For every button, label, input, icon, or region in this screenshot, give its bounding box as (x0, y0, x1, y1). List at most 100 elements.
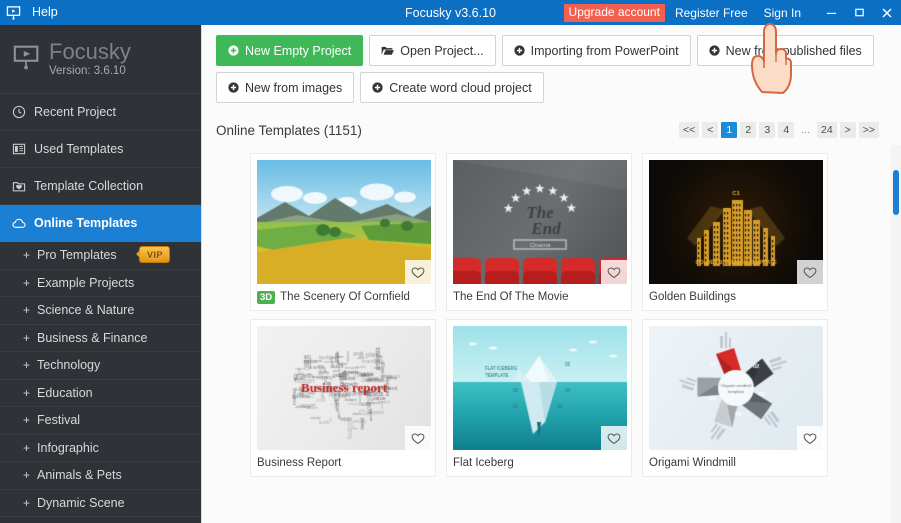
template-thumbnail[interactable] (453, 326, 627, 450)
toolbar-button-new-from-images[interactable]: New from images (216, 72, 354, 103)
plus-circle-icon (228, 82, 239, 93)
expand-icon[interactable]: + (23, 303, 30, 317)
menu-help[interactable]: Help (26, 0, 64, 25)
titlebar-actions: Upgrade account Register Free Sign In (564, 0, 901, 25)
page-button-prev[interactable]: < (702, 122, 718, 138)
template-title: Golden Buildings (649, 291, 736, 303)
expand-icon[interactable]: + (23, 386, 30, 400)
page-button-4[interactable]: 4 (778, 122, 794, 138)
content-scrollbar[interactable] (891, 145, 901, 523)
page-button-next[interactable]: > (840, 122, 856, 138)
main-content: New Empty Project Open Project... Importin… (201, 25, 901, 523)
template-thumbnail[interactable] (649, 160, 823, 284)
sidebar-subitem-science-nature[interactable]: + Science & Nature (0, 297, 201, 325)
template-grid: 3D The Scenery Of Cornfield The End Of The… (202, 153, 901, 477)
expand-icon[interactable]: + (23, 331, 30, 345)
toolbar-button-open-project[interactable]: Open Project... (369, 35, 495, 66)
template-title: Flat Iceberg (453, 457, 514, 469)
template-thumbnail[interactable] (257, 326, 431, 450)
sidebar-subitem-3d-background[interactable]: +3D Background (0, 517, 201, 523)
heart-outline-icon (411, 266, 425, 279)
sign-in-link[interactable]: Sign In (764, 6, 801, 20)
sidebar-subitem-festival[interactable]: + Festival (0, 407, 201, 435)
sidebar-subitem-label: Example Projects (37, 276, 134, 290)
heart-outline-icon (607, 266, 621, 279)
sidebar-subitem-example-projects[interactable]: + Example Projects (0, 270, 201, 298)
toolbar-button-label: New from images (245, 81, 342, 95)
sidebar-subitem-pro-templates[interactable]: + Pro Templates VIP (0, 242, 201, 270)
favorite-button[interactable] (601, 260, 627, 284)
sidebar-item-template-collection[interactable]: Template Collection (0, 168, 201, 205)
close-icon[interactable] (873, 0, 901, 25)
template-card[interactable]: Flat Iceberg (446, 319, 632, 477)
maximize-icon[interactable] (845, 0, 873, 25)
favorite-button[interactable] (797, 426, 823, 450)
toolbar-button-new-empty-project[interactable]: New Empty Project (216, 35, 363, 66)
template-card[interactable]: Business Report (250, 319, 436, 477)
register-free-link[interactable]: Register Free (675, 6, 748, 20)
expand-icon[interactable]: + (23, 358, 30, 372)
sidebar-nav: Recent Project Used Templates Template Col… (0, 94, 201, 242)
page-button-1[interactable]: 1 (721, 122, 737, 138)
plus-circle-icon (228, 45, 239, 56)
page-button-24[interactable]: 24 (817, 122, 837, 138)
sidebar-item-label: Used Templates (34, 142, 123, 156)
vip-badge: VIP (140, 247, 169, 262)
sidebar-subitem-education[interactable]: + Education (0, 380, 201, 408)
template-card-footer: Golden Buildings (649, 284, 821, 310)
sidebar-item-online-templates[interactable]: Online Templates (0, 205, 201, 242)
template-card[interactable]: The End Of The Movie (446, 153, 632, 311)
page-button-3[interactable]: 3 (759, 122, 775, 138)
template-card[interactable]: Origami Windmill (642, 319, 828, 477)
toolbar-button-label: Open Project... (400, 44, 483, 58)
sidebar-subitem-dynamic-scene[interactable]: + Dynamic Scene (0, 490, 201, 518)
expand-icon[interactable]: + (23, 276, 30, 290)
expand-icon[interactable]: + (23, 496, 30, 510)
sidebar-item-used-templates[interactable]: Used Templates (0, 131, 201, 168)
scrollbar-thumb[interactable] (893, 170, 899, 215)
toolbar-button-importing-from-powerpoint[interactable]: Importing from PowerPoint (502, 35, 691, 66)
sidebar-item-recent-project[interactable]: Recent Project (0, 94, 201, 131)
expand-icon[interactable]: + (23, 413, 30, 427)
template-thumbnail[interactable] (257, 160, 431, 284)
template-card-footer: Business Report (257, 450, 429, 476)
toolbar-button-create-word-cloud-project[interactable]: Create word cloud project (360, 72, 543, 103)
template-card[interactable]: 3D The Scenery Of Cornfield (250, 153, 436, 311)
expand-icon[interactable]: + (23, 441, 30, 455)
sidebar-subitem-business-finance[interactable]: + Business & Finance (0, 325, 201, 353)
favorite-button[interactable] (601, 426, 627, 450)
favorite-button[interactable] (405, 426, 431, 450)
sidebar-item-label: Online Templates (34, 216, 137, 230)
sidebar-subitem-infographic[interactable]: + Infographic (0, 435, 201, 463)
focusky-brand-icon (12, 42, 42, 77)
sidebar-subitem-label: Infographic (37, 441, 99, 455)
template-card-footer: 3D The Scenery Of Cornfield (257, 284, 429, 310)
template-thumbnail[interactable] (649, 326, 823, 450)
page-button-nextnext[interactable]: >> (859, 122, 879, 138)
focusky-window: Help Focusky v3.6.10 Upgrade account Reg… (0, 0, 901, 523)
sidebar-subitem-label: Education (37, 386, 93, 400)
template-thumbnail[interactable] (453, 160, 627, 284)
sidebar-subitem-label: Pro Templates (37, 248, 117, 262)
expand-icon[interactable]: + (23, 468, 30, 482)
brand-name: Focusky (49, 40, 131, 64)
minimize-icon[interactable] (817, 0, 845, 25)
sidebar-subitem-animals-pets[interactable]: + Animals & Pets (0, 462, 201, 490)
page-button-prevprev[interactable]: << (679, 122, 699, 138)
template-title: Business Report (257, 457, 341, 469)
favorite-button[interactable] (797, 260, 823, 284)
heart-outline-icon (607, 432, 621, 445)
template-card-footer: Flat Iceberg (453, 450, 625, 476)
sidebar-subitem-label: Animals & Pets (37, 468, 122, 482)
heart-outline-icon (411, 432, 425, 445)
template-card[interactable]: Golden Buildings (642, 153, 828, 311)
sidebar-subitem-technology[interactable]: + Technology (0, 352, 201, 380)
page-button-2[interactable]: 2 (740, 122, 756, 138)
favorite-button[interactable] (405, 260, 431, 284)
plus-circle-icon (372, 82, 383, 93)
expand-icon[interactable]: + (23, 248, 30, 262)
section-title: Online Templates (1151) (216, 123, 362, 138)
upgrade-account-button[interactable]: Upgrade account (564, 4, 665, 22)
toolbar-button-new-from-published-files[interactable]: New from published files (697, 35, 874, 66)
template-card-footer: The End Of The Movie (453, 284, 625, 310)
